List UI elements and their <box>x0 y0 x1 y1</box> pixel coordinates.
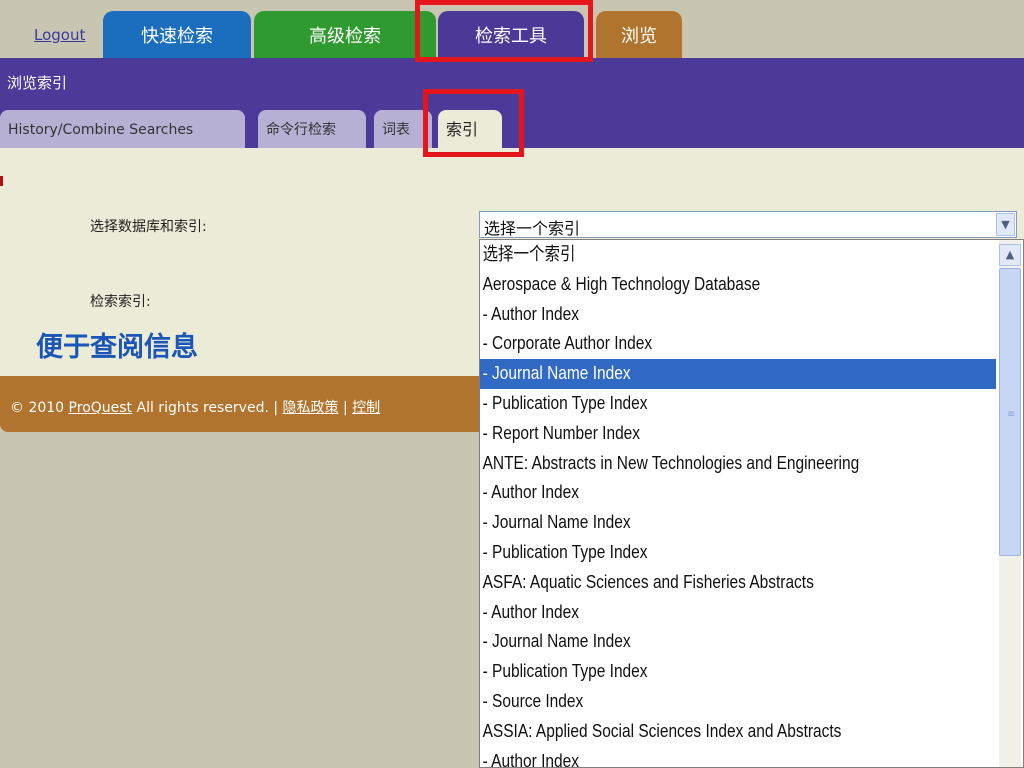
dropdown-option[interactable]: - Journal Name Index <box>480 627 996 657</box>
search-index-label: 检索索引: <box>90 294 151 310</box>
dropdown-option[interactable]: - Publication Type Index <box>480 538 996 568</box>
dropdown-option[interactable]: - Journal Name Index <box>480 508 996 538</box>
dropdown-option[interactable]: - Corporate Author Index <box>480 329 996 359</box>
dropdown-option[interactable]: Aerospace & High Technology Database <box>480 270 996 300</box>
dropdown-option[interactable]: - Author Index <box>480 300 996 330</box>
rights-text: All rights reserved. | <box>136 400 279 416</box>
dropdown-option[interactable]: - Journal Name Index <box>480 359 996 389</box>
dropdown-option[interactable]: - Author Index <box>480 478 996 508</box>
dropdown-option[interactable]: - Report Number Index <box>480 419 996 449</box>
logout-link[interactable]: Logout <box>34 26 85 44</box>
subtab-history-combine[interactable]: History/Combine Searches <box>0 110 245 148</box>
dropdown-option[interactable]: ASSIA: Applied Social Sciences Index and… <box>480 717 996 747</box>
privacy-link[interactable]: 隐私政策 <box>283 400 339 416</box>
annotation-text: 便于查阅信息 <box>36 332 198 363</box>
dropdown-option[interactable]: - Source Index <box>480 687 996 717</box>
dropdown-option[interactable]: ANTE: Abstracts in New Technologies and … <box>480 449 996 479</box>
index-dropdown-list[interactable]: 选择一个索引 Aerospace & High Technology Databa… <box>479 239 1024 768</box>
tab-browse[interactable]: 浏览 <box>596 11 682 58</box>
select-db-label: 选择数据库和索引: <box>90 219 207 235</box>
breadcrumb: 浏览索引 <box>7 74 68 92</box>
index-select[interactable]: 选择一个索引 ▼ <box>479 211 1017 238</box>
control-link[interactable]: 控制 <box>352 400 380 416</box>
dropdown-option[interactable]: ASFA: Aquatic Sciences and Fisheries Abs… <box>480 568 996 598</box>
dropdown-option[interactable]: 选择一个索引 <box>480 240 996 270</box>
tab-quick-search[interactable]: 快速检索 <box>103 11 251 58</box>
dropdown-option[interactable]: - Author Index <box>480 747 996 767</box>
subtab-command-line[interactable]: 命令行检索 <box>258 110 366 148</box>
dropdown-option[interactable]: - Author Index <box>480 598 996 628</box>
dropdown-options: 选择一个索引 Aerospace & High Technology Databa… <box>480 240 1023 767</box>
grip-icon: ≡ <box>1007 409 1016 420</box>
dropdown-option[interactable]: - Publication Type Index <box>480 389 996 419</box>
proquest-link[interactable]: ProQuest <box>69 400 133 416</box>
highlight-box-index <box>423 89 524 157</box>
highlight-box-tools <box>415 0 593 62</box>
footer-text: © 2010 ProQuest All rights reserved. | 隐… <box>10 397 380 417</box>
scroll-up-icon[interactable]: ▲ <box>999 244 1021 266</box>
chevron-down-icon[interactable]: ▼ <box>996 213 1015 236</box>
copyright: © 2010 <box>10 400 65 416</box>
dropdown-scrollbar[interactable]: ▲ ≡ <box>999 240 1021 767</box>
dropdown-option[interactable]: - Publication Type Index <box>480 657 996 687</box>
index-select-value: 选择一个索引 <box>484 219 581 238</box>
scroll-thumb[interactable]: ≡ <box>999 268 1021 556</box>
marker <box>0 176 3 186</box>
tab-advanced-search[interactable]: 高级检索 <box>254 11 436 58</box>
footer-separator: | <box>342 400 348 416</box>
